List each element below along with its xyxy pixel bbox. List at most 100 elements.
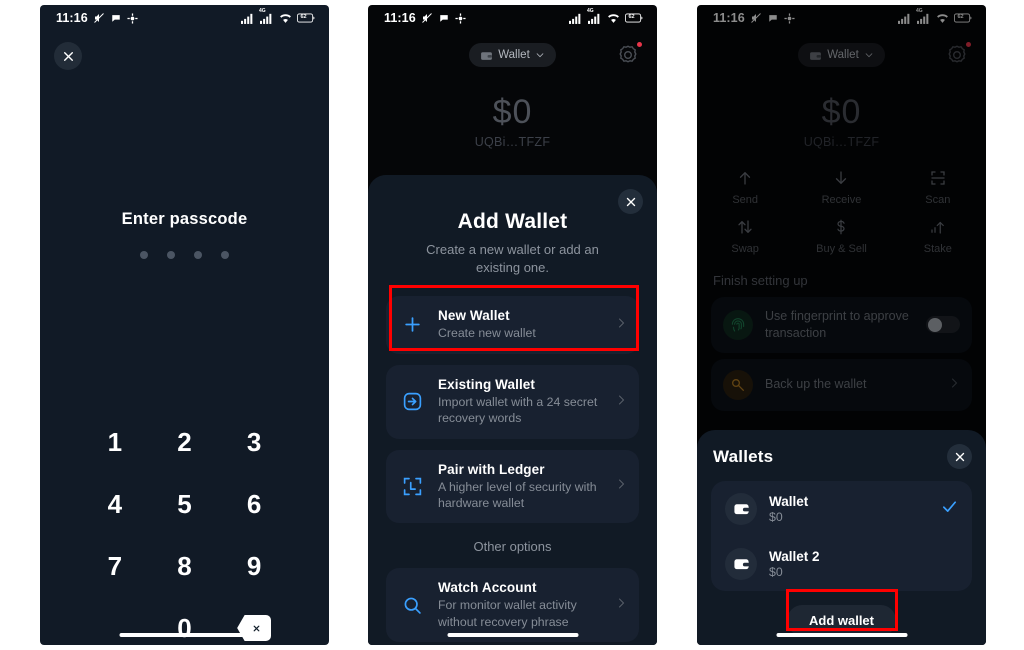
option-description: For monitor wallet activity without reco… (438, 598, 577, 629)
wallet-address: UQBi…TFZF (803, 135, 880, 149)
keypad-key-1[interactable]: 1 (80, 417, 150, 467)
option-new-wallet[interactable]: New Wallet Create new wallet (386, 295, 639, 354)
option-title: Pair with Ledger (438, 461, 545, 477)
add-wallet-sheet: Add Wallet Create a new wallet or add an… (368, 175, 657, 645)
option-watch-account[interactable]: Watch Account For monitor wallet activit… (386, 568, 639, 642)
wallet-icon (481, 51, 493, 60)
battery-level-label: 62 (300, 14, 307, 20)
sheet-subtitle: Create a new wallet or add an existing o… (426, 242, 599, 276)
keypad-key-7[interactable]: 7 (80, 541, 150, 591)
finish-item-backup[interactable]: Back up the wallet (711, 358, 972, 411)
keypad-key-5[interactable]: 5 (150, 479, 220, 529)
passcode-dots (40, 251, 329, 259)
keypad-key-3[interactable]: 3 (219, 417, 289, 467)
add-wallet-button[interactable]: Add wallet (786, 605, 896, 636)
action-stake[interactable]: Stake (890, 218, 986, 255)
action-buy-sell[interactable]: Buy & Sell (793, 218, 889, 255)
settings-button[interactable] (945, 42, 971, 67)
network-type-label: 4G (259, 7, 266, 14)
status-right-icons: 4G 62 (569, 8, 643, 24)
wallet-row-1[interactable]: Wallet $0 (711, 481, 972, 536)
signal-4g-icon: 4G (916, 8, 931, 24)
option-texts: Existing Wallet Import wallet with a 24 … (438, 377, 609, 427)
keypad-key-6[interactable]: 6 (219, 479, 289, 529)
phone-screen-add-wallet: 11:16 4G 62 Wallet $0 UQBi…TFZF Add Wall… (368, 5, 657, 645)
mute-icon (93, 13, 104, 23)
action-send[interactable]: Send (697, 169, 793, 206)
close-button[interactable] (54, 42, 82, 70)
gear-icon (948, 45, 966, 63)
close-icon (626, 197, 635, 206)
status-bar: 11:16 4G 62 (368, 5, 657, 31)
close-sheet-button[interactable] (947, 444, 972, 469)
wallet-balance: $0 (769, 509, 783, 524)
wallet-row-2[interactable]: Wallet 2 $0 (711, 536, 972, 591)
close-sheet-button[interactable] (618, 189, 643, 214)
status-left-icons (421, 12, 466, 24)
chat-bubble-icon (112, 15, 120, 22)
finish-item-text: Back up the wallet (765, 377, 867, 392)
battery-icon: 62 (954, 13, 972, 23)
phone-screen-passcode: 11:16 4G 62 Enter passcode 1 2 3 4 5 6 7… (40, 5, 329, 645)
passcode-dot (167, 251, 175, 259)
close-icon (955, 452, 964, 461)
wallet-selector-button[interactable]: Wallet (469, 43, 556, 67)
finish-setting-up-title: Finish setting up (713, 273, 808, 288)
scan-icon (931, 171, 945, 185)
mute-icon (421, 13, 432, 23)
balance-amount: $0 (492, 93, 533, 131)
option-pair-with-ledger[interactable]: Pair with Ledger A higher level of secur… (386, 449, 639, 524)
swap-icon (738, 220, 752, 234)
wallet-name: Wallet 2 (769, 548, 820, 564)
wallet-icon (810, 51, 822, 60)
status-time: 11:16 (56, 11, 88, 25)
status-right-icons: 4G 62 (241, 8, 315, 24)
option-texts: New Wallet Create new wallet (438, 308, 609, 341)
battery-icon: 62 (297, 13, 315, 23)
watch-account-wrap: Watch Account For monitor wallet activit… (368, 554, 657, 642)
action-label: Send (732, 194, 759, 206)
close-icon (63, 51, 73, 61)
finish-setting-up-list: Use fingerprint to approve transaction B… (697, 288, 986, 411)
wallet-name: Wallet (769, 493, 809, 509)
wallets-sheet: Wallets Wallet $0 Wallet 2 $0 Add wallet (697, 430, 986, 645)
arrow-up-icon (740, 172, 751, 185)
status-bar: 11:16 4G 62 (697, 5, 986, 31)
quick-actions-grid: Send Receive Scan Swap Buy & Sell Stake (697, 169, 986, 255)
action-swap[interactable]: Swap (697, 218, 793, 255)
chevron-down-icon (865, 53, 873, 58)
action-label: Scan (925, 194, 951, 206)
wifi-icon (937, 13, 948, 23)
chevron-right-icon (615, 393, 627, 411)
keypad-key-backspace[interactable] (219, 603, 289, 645)
wallet-header: Wallet $0 UQBi…TFZF (368, 31, 657, 149)
keypad-key-0[interactable]: 0 (150, 603, 220, 645)
action-scan[interactable]: Scan (890, 169, 986, 206)
settings-button[interactable] (616, 42, 642, 67)
keypad-key-2[interactable]: 2 (150, 417, 220, 467)
wallet-row-texts: Wallet $0 (769, 494, 808, 524)
chevron-right-icon (615, 596, 627, 614)
mute-icon (750, 13, 761, 23)
status-right-icons: 4G 62 (898, 8, 972, 24)
wallet-selector-button[interactable]: Wallet (798, 43, 885, 67)
wallet-icon (725, 492, 757, 525)
signal-4g-icon: 4G (259, 8, 274, 24)
passcode-dot (140, 251, 148, 259)
finish-item-fingerprint[interactable]: Use fingerprint to approve transaction (711, 297, 972, 353)
keypad-key-4[interactable]: 4 (80, 479, 150, 529)
action-label: Receive (821, 194, 862, 206)
screenshot-stage: 11:16 4G 62 Enter passcode 1 2 3 4 5 6 7… (0, 0, 1024, 650)
option-description: Import wallet with a 24 secret recovery … (438, 394, 598, 426)
option-existing-wallet[interactable]: Existing Wallet Import wallet with a 24 … (386, 364, 639, 439)
action-receive[interactable]: Receive (793, 169, 889, 206)
wallet-list: Wallet $0 Wallet 2 $0 (711, 481, 972, 591)
wallets-sheet-title: Wallets (713, 446, 774, 466)
toggle-knob (927, 317, 942, 332)
chevron-right-icon (615, 316, 627, 334)
keypad-key-8[interactable]: 8 (150, 541, 220, 591)
battery-level-label: 62 (957, 14, 964, 20)
fingerprint-toggle[interactable] (926, 316, 960, 334)
keypad-key-9[interactable]: 9 (219, 541, 289, 591)
chat-bubble-icon (769, 15, 777, 22)
